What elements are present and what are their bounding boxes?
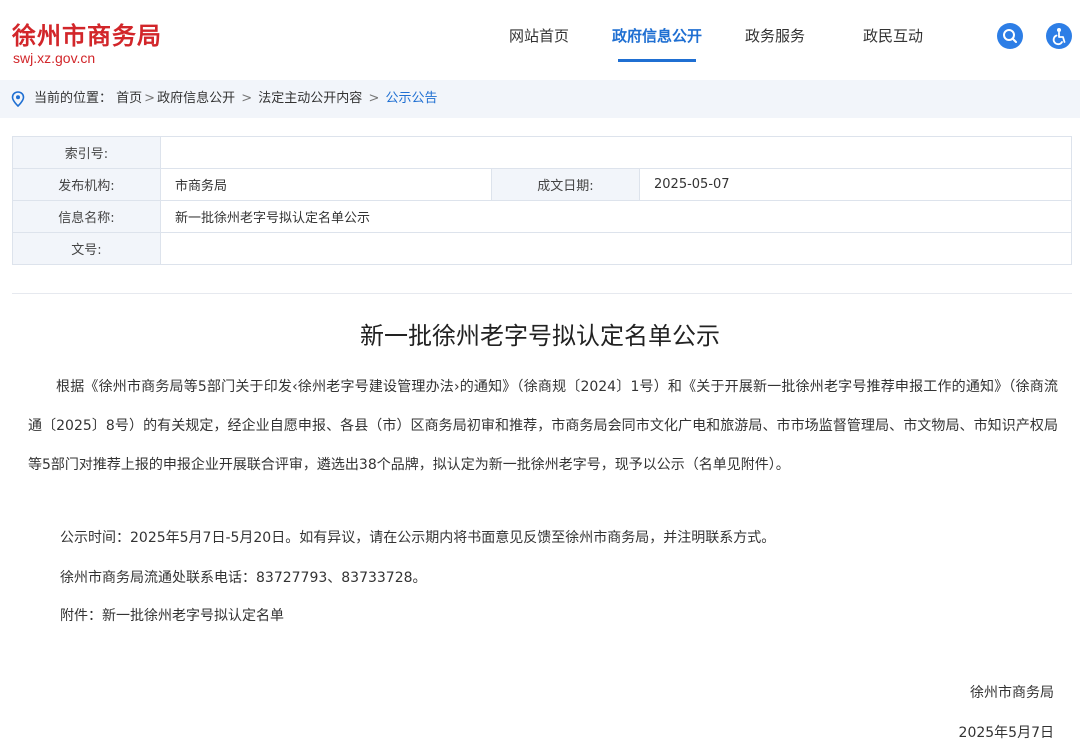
date-label: 成文日期: [491,168,640,201]
divider [12,293,1072,294]
info-name-value: 新一批徐州老字号拟认定名单公示 [160,200,1072,233]
breadcrumb-home[interactable]: 首页 [116,91,142,106]
signature-date: 2025年5月7日 [958,725,1054,741]
table-row: 索引号: [12,136,1072,169]
signature-org: 徐州市商务局 [970,685,1054,701]
breadcrumb-statutory[interactable]: 法定主动公开内容 [258,91,362,106]
info-name-label: 信息名称: [12,200,161,233]
accessibility-icon [1052,28,1066,46]
doc-number-value [160,232,1072,265]
search-icon [1003,29,1017,43]
table-row: 发布机构: 市商务局 成文日期: 2025-05-07 [12,168,1072,201]
breadcrumb: 当前的位置： 首页 > 政府信息公开 > 法定主动公开内容 > 公示公告 [0,80,1080,118]
location-pin-icon [11,91,25,107]
document-info-table: 索引号: 发布机构: 市商务局 成文日期: 2025-05-07 信息名称: 新… [12,136,1072,265]
nav-home[interactable]: 网站首页 [480,0,598,80]
breadcrumb-current[interactable]: 公示公告 [385,91,437,106]
nav-interaction[interactable]: 政民互动 [834,0,952,80]
table-row: 文号: [12,232,1072,265]
breadcrumb-prefix: 当前的位置： [34,91,113,106]
nav-gov-services[interactable]: 政务服务 [716,0,834,80]
nav-gov-info[interactable]: 政府信息公开 [598,0,716,80]
article-paragraph: 根据《徐州市商务局等5部门关于印发‹徐州老字号建设管理办法›的通知》（徐商规〔2… [28,379,1058,473]
site-header: 徐州市商务局 swj.xz.gov.cn 网站首页 政府信息公开 政务服务 政民… [0,0,1080,80]
article-body: 根据《徐州市商务局等5部门关于印发‹徐州老字号建设管理办法›的通知》（徐商规〔2… [28,368,1058,485]
main-nav: 网站首页 政府信息公开 政务服务 政民互动 [480,0,952,80]
article-title: 新一批徐州老字号拟认定名单公示 [360,322,720,350]
attachment-link[interactable]: 附件：新一批徐州老字号拟认定名单 [60,605,284,625]
date-value: 2025-05-07 [639,168,1072,201]
site-url: swj.xz.gov.cn [13,50,96,66]
publisher-value: 市商务局 [160,168,492,201]
accessibility-button[interactable] [1046,23,1072,49]
doc-number-label: 文号: [12,232,161,265]
table-row: 信息名称: 新一批徐州老字号拟认定名单公示 [12,200,1072,233]
publisher-label: 发布机构: [12,168,161,201]
site-title[interactable]: 徐州市商务局 [12,16,162,51]
index-value [160,136,1072,169]
contact-phone: 徐州市商务局流通处联系电话：83727793、83733728。 [60,570,427,586]
notice-period: 公示时间：2025年5月7日-5月20日。如有异议，请在公示期内将书面意见反馈至… [60,530,776,546]
index-label: 索引号: [12,136,161,169]
breadcrumb-gov-info[interactable]: 政府信息公开 [157,91,235,106]
search-button[interactable] [997,23,1023,49]
